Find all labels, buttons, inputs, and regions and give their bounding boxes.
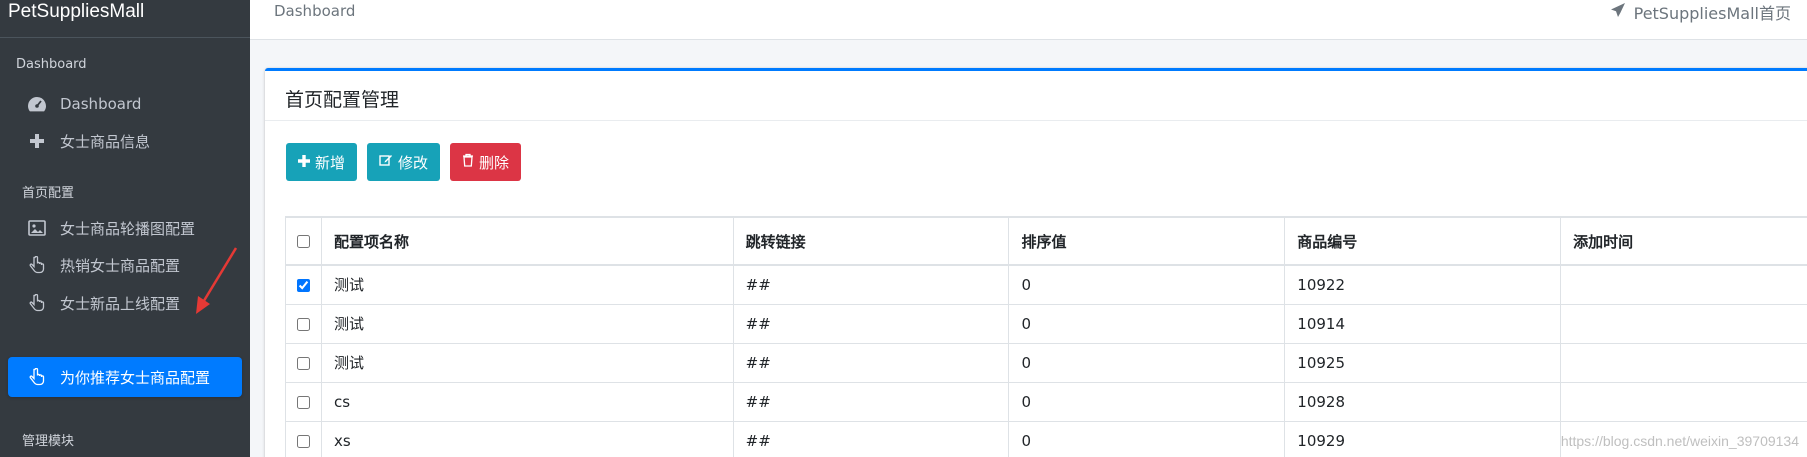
table-row[interactable]: 测试 ## 0 10914 bbox=[285, 303, 1807, 344]
config-card: 首页配置管理 新增 修改 删除 配置项名称 跳转链接 排序值 商品编号 添加时间… bbox=[265, 68, 1807, 457]
sidebar-item-label: 热销女士商品配置 bbox=[60, 256, 181, 275]
row-checkbox[interactable] bbox=[296, 278, 310, 292]
sidebar-item-label: 女士商品信息 bbox=[60, 132, 151, 151]
row-checkbox[interactable] bbox=[296, 434, 310, 448]
cell-sort: 0 bbox=[1008, 381, 1286, 422]
column-header[interactable]: 商品编号 bbox=[1284, 216, 1562, 266]
table-row[interactable]: cs ## 0 10928 bbox=[285, 381, 1807, 422]
cell-time bbox=[1560, 264, 1807, 305]
plus-icon bbox=[26, 130, 48, 152]
edit-button[interactable]: 修改 bbox=[367, 143, 441, 181]
cell-goods-id: 10929 bbox=[1284, 420, 1562, 457]
sidebar-item-womens-goods[interactable]: 女士商品信息 bbox=[8, 122, 242, 160]
app-root: PetSuppliesMall Dashboard Dashboard 女士商品… bbox=[0, 0, 1807, 457]
sidebar-item-label: 为你推荐女士商品配置 bbox=[60, 368, 211, 387]
row-checkbox[interactable] bbox=[296, 395, 310, 409]
column-header[interactable]: 添加时间 bbox=[1560, 216, 1807, 266]
add-button[interactable]: 新增 bbox=[286, 143, 358, 181]
sidebar-item-recommend-config[interactable]: 为你推荐女士商品配置 bbox=[8, 357, 242, 397]
edit-button-label: 修改 bbox=[398, 154, 429, 172]
hand-pointer-icon bbox=[26, 366, 48, 388]
home-link[interactable]: PetSuppliesMall首页 bbox=[1610, 0, 1791, 24]
top-navbar: Dashboard PetSuppliesMall首页 bbox=[250, 0, 1807, 40]
nav-header-dashboard: Dashboard bbox=[16, 57, 87, 72]
row-checkbox[interactable] bbox=[296, 356, 310, 370]
column-header[interactable]: 配置项名称 bbox=[320, 216, 734, 266]
cell-name: 测试 bbox=[320, 342, 734, 383]
table-row[interactable]: 测试 ## 0 10922 bbox=[285, 264, 1807, 305]
cell-sort: 0 bbox=[1008, 303, 1286, 344]
sidebar-item-dashboard[interactable]: Dashboard bbox=[8, 85, 242, 123]
sidebar-item-label: 女士新品上线配置 bbox=[60, 294, 181, 313]
cell-name: 测试 bbox=[320, 303, 734, 344]
column-header[interactable]: 跳转链接 bbox=[732, 216, 1010, 266]
hand-pointer-icon bbox=[26, 254, 48, 276]
annotation-arrow-icon bbox=[196, 247, 238, 314]
plus-icon bbox=[298, 154, 310, 171]
select-all-checkbox[interactable] bbox=[296, 235, 310, 248]
cell-name: 测试 bbox=[320, 264, 734, 305]
nav-header-home-config: 首页配置 bbox=[22, 186, 75, 201]
cell-sort: 0 bbox=[1008, 420, 1286, 457]
paper-plane-icon bbox=[1610, 2, 1626, 22]
column-header[interactable]: 排序值 bbox=[1008, 216, 1286, 266]
cell-goods-id: 10928 bbox=[1284, 381, 1562, 422]
cell-goods-id: 10925 bbox=[1284, 342, 1562, 383]
sidebar: PetSuppliesMall Dashboard Dashboard 女士商品… bbox=[0, 0, 250, 457]
config-table: 配置项名称 跳转链接 排序值 商品编号 添加时间 测试 ## 0 10922 测… bbox=[285, 216, 1807, 457]
sidebar-item-carousel-config[interactable]: 女士商品轮播图配置 bbox=[8, 209, 242, 247]
table-header-row: 配置项名称 跳转链接 排序值 商品编号 添加时间 bbox=[285, 216, 1807, 266]
row-checkbox[interactable] bbox=[296, 317, 310, 331]
cell-time bbox=[1560, 303, 1807, 344]
cell-name: cs bbox=[320, 381, 734, 422]
cell-time bbox=[1560, 381, 1807, 422]
cell-name: xs bbox=[320, 420, 734, 457]
action-toolbar: 新增 修改 删除 bbox=[286, 143, 522, 181]
cell-sort: 0 bbox=[1008, 342, 1286, 383]
cell-link: ## bbox=[732, 303, 1010, 344]
card-title: 首页配置管理 bbox=[265, 71, 1807, 121]
tachometer-icon bbox=[26, 93, 48, 115]
edit-icon bbox=[379, 153, 393, 171]
home-link-label: PetSuppliesMall首页 bbox=[1633, 4, 1791, 23]
cell-link: ## bbox=[732, 381, 1010, 422]
brand-title[interactable]: PetSuppliesMall bbox=[0, 0, 250, 38]
cell-time bbox=[1560, 342, 1807, 383]
cell-goods-id: 10922 bbox=[1284, 264, 1562, 305]
nav-header-management: 管理模块 bbox=[22, 434, 75, 449]
cell-link: ## bbox=[732, 264, 1010, 305]
breadcrumb[interactable]: Dashboard bbox=[274, 2, 355, 20]
table-row[interactable]: 测试 ## 0 10925 bbox=[285, 342, 1807, 383]
watermark: https://blog.csdn.net/weixin_39709134 bbox=[1560, 433, 1799, 449]
delete-button-label: 删除 bbox=[479, 154, 510, 172]
delete-button[interactable]: 删除 bbox=[450, 143, 522, 181]
cell-sort: 0 bbox=[1008, 264, 1286, 305]
cell-link: ## bbox=[732, 420, 1010, 457]
add-button-label: 新增 bbox=[315, 154, 346, 172]
cell-goods-id: 10914 bbox=[1284, 303, 1562, 344]
trash-icon bbox=[462, 153, 474, 171]
sidebar-item-label: 女士商品轮播图配置 bbox=[60, 219, 196, 238]
hand-pointer-icon bbox=[26, 292, 48, 314]
sidebar-item-label: Dashboard bbox=[60, 95, 142, 113]
cell-link: ## bbox=[732, 342, 1010, 383]
image-icon bbox=[26, 217, 48, 239]
